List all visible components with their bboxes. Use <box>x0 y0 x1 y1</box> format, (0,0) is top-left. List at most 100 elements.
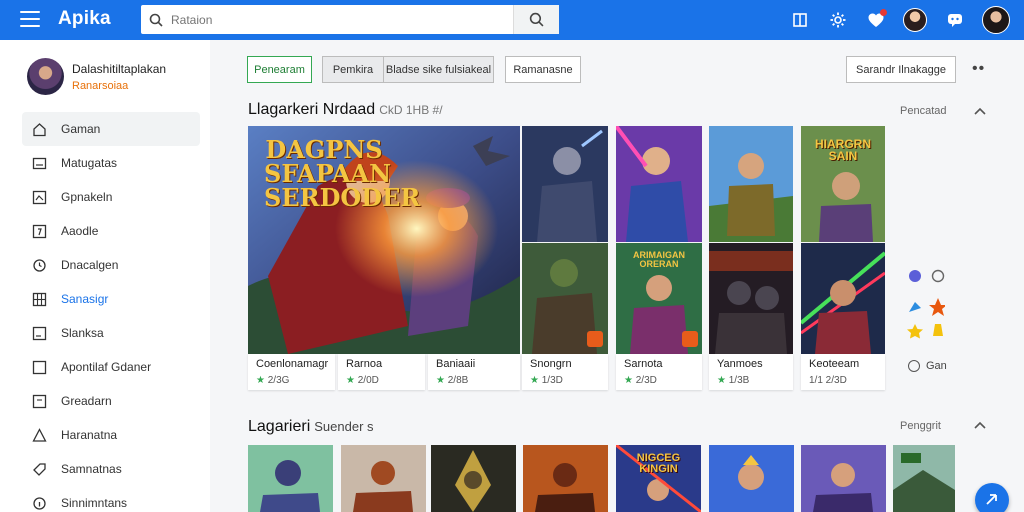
game-art[interactable]: HIARGRN SAIN <box>801 126 885 242</box>
game-thumbnail[interactable] <box>431 445 516 512</box>
game-card[interactable]: Keoteeam 1/1 2/3D <box>801 354 885 390</box>
feature-art-title: DAGPNS SFAPAAN SERDODER <box>264 135 421 212</box>
app-logo[interactable]: Apika <box>58 8 111 30</box>
game-art[interactable] <box>709 126 793 242</box>
window-icon <box>32 326 47 341</box>
game-art[interactable] <box>801 243 885 354</box>
game-art[interactable] <box>522 126 608 242</box>
home-icon <box>32 122 47 137</box>
sidebar-nav: Gaman Matugatas Gpnakeln Aaodle Dnacalge… <box>22 112 200 512</box>
side-label: Gan <box>926 360 947 372</box>
sidebar-item-12[interactable]: Sinnimntans <box>22 486 200 512</box>
game-art[interactable]: ARIMAIGAN ORERAN <box>616 243 702 354</box>
game-card[interactable]: Yanmoes ★ 1/3B <box>709 354 793 390</box>
sidebar-item-label: Aaodle <box>61 224 99 238</box>
sidebar-item-5[interactable]: Dnacalgen <box>22 248 200 282</box>
profile-avatar[interactable] <box>982 6 1010 34</box>
sidebar-item-label: Slanksa <box>61 326 104 340</box>
floating-action-button[interactable] <box>975 483 1009 512</box>
game-card[interactable]: Snongrn ★ 1/3D <box>522 354 608 390</box>
sidebar-item-label: Sanasigr <box>61 292 109 306</box>
section-link[interactable]: Penggrit <box>900 420 941 432</box>
game-art[interactable] <box>709 243 793 354</box>
sidebar-item-7[interactable]: Slanksa <box>22 316 200 350</box>
sidebar-item-10[interactable]: Haranatna <box>22 418 200 452</box>
game-rating: ★ 2/3D <box>624 375 657 386</box>
document-icon <box>32 394 47 409</box>
game-thumbnail[interactable] <box>893 445 955 512</box>
game-title: Rarnoa <box>346 358 383 370</box>
notification-icon[interactable] <box>864 8 888 32</box>
section-subtitle: CkD 1HB #/ <box>379 103 443 117</box>
game-rating: ★ 2/3G <box>256 375 290 386</box>
trophy-icon <box>933 324 943 336</box>
card-art-title: HIARGRN SAIN <box>815 137 871 163</box>
side-toggle[interactable]: Gan <box>908 360 947 372</box>
game-art[interactable] <box>616 126 702 242</box>
game-title: Baniaaii <box>436 358 476 370</box>
game-rating: ★ 2/8B <box>436 375 469 386</box>
game-art[interactable] <box>522 243 608 354</box>
section-subtitle: Suender s <box>314 419 374 434</box>
sidebar-item-11[interactable]: Samnatnas <box>22 452 200 486</box>
game-card[interactable]: Rarnoa ★ 2/0D <box>338 354 425 390</box>
search-input[interactable] <box>171 5 513 34</box>
game-rating: 1/1 2/3D <box>809 375 847 386</box>
panel-icon[interactable] <box>788 8 812 32</box>
section-title: Lagarieri Suender s <box>248 418 374 435</box>
sidebar-item-label: Sinnimntans <box>61 496 128 510</box>
game-thumbnail[interactable]: NIGCEG KINGIN <box>616 445 701 512</box>
game-thumbnail[interactable] <box>801 445 886 512</box>
sidebar-item-4[interactable]: Aaodle <box>22 214 200 248</box>
filter-tab-1[interactable]: Pemkira <box>322 56 384 83</box>
menu-icon[interactable] <box>20 11 40 27</box>
user-avatar-icon[interactable] <box>903 8 927 32</box>
chat-icon[interactable] <box>943 8 967 32</box>
sidebar-item-label: Haranatna <box>61 428 118 442</box>
info-icon <box>32 496 47 511</box>
side-icon-panel <box>905 268 947 351</box>
square-icon <box>32 360 47 375</box>
filter-tab-3[interactable]: Ramanasne <box>505 56 581 83</box>
sidebar-item-9[interactable]: Greadarn <box>22 384 200 418</box>
search-icon <box>141 13 171 27</box>
more-options-icon[interactable]: •• <box>972 60 985 78</box>
sidebar: Dalashitiltaplakan Ranarsoiaa Gaman Matu… <box>0 40 210 512</box>
game-card[interactable]: Baniaaii ★ 2/8B <box>428 354 520 390</box>
sidebar-item-home[interactable]: Gaman <box>22 112 200 146</box>
sidebar-item-2[interactable]: Matugatas <box>22 146 200 180</box>
sparkle-icon <box>32 224 47 239</box>
sidebar-item-label: Samnatnas <box>61 462 122 476</box>
profile-name: Dalashitiltaplakan <box>72 61 167 76</box>
chevron-up-icon[interactable] <box>973 106 987 116</box>
thumb-art-title: NIGCEG KINGIN <box>636 452 681 475</box>
tag-icon <box>32 462 47 477</box>
game-thumbnail[interactable] <box>248 445 333 512</box>
sort-button[interactable]: Sarandr Ilnakagge <box>846 56 956 83</box>
user-profile[interactable]: Dalashitiltaplakan Ranarsoiaa <box>27 58 166 95</box>
sidebar-item-label: Greadarn <box>61 394 112 408</box>
game-rating: ★ 1/3B <box>717 375 750 386</box>
filter-primary-button[interactable]: Penearam <box>247 56 312 83</box>
sidebar-item-8[interactable]: Apontilaf Gdaner <box>22 350 200 384</box>
sidebar-item-3[interactable]: Gpnakeln <box>22 180 200 214</box>
section-title: Llagarkeri Nrdaad CkD 1HB #/ <box>248 101 443 118</box>
game-card[interactable]: Coenlonamagr ★ 2/3G <box>248 354 335 390</box>
game-thumbnail[interactable] <box>709 445 794 512</box>
grid-icon <box>32 292 47 307</box>
game-card[interactable]: Sarnota ★ 2/3D <box>616 354 702 390</box>
profile-subtitle: Ranarsoiaa <box>72 79 129 92</box>
notification-badge <box>880 9 887 16</box>
chevron-up-icon[interactable] <box>973 420 987 430</box>
game-thumbnail[interactable] <box>523 445 608 512</box>
featured-game-art[interactable]: DAGPNS SFAPAAN SERDODER <box>248 126 520 354</box>
chat-bubble-icon <box>931 269 945 283</box>
game-thumbnail[interactable] <box>341 445 426 512</box>
sidebar-item-6[interactable]: Sanasigr <box>22 282 200 316</box>
game-title: Coenlonamagr <box>256 358 329 370</box>
filter-tab-2[interactable]: Bladse sike fulsiakeal <box>383 56 494 83</box>
settings-icon[interactable] <box>826 8 850 32</box>
search-button[interactable] <box>513 5 559 34</box>
game-title: Keoteeam <box>809 358 860 370</box>
section-link[interactable]: Pencatad <box>900 105 946 117</box>
